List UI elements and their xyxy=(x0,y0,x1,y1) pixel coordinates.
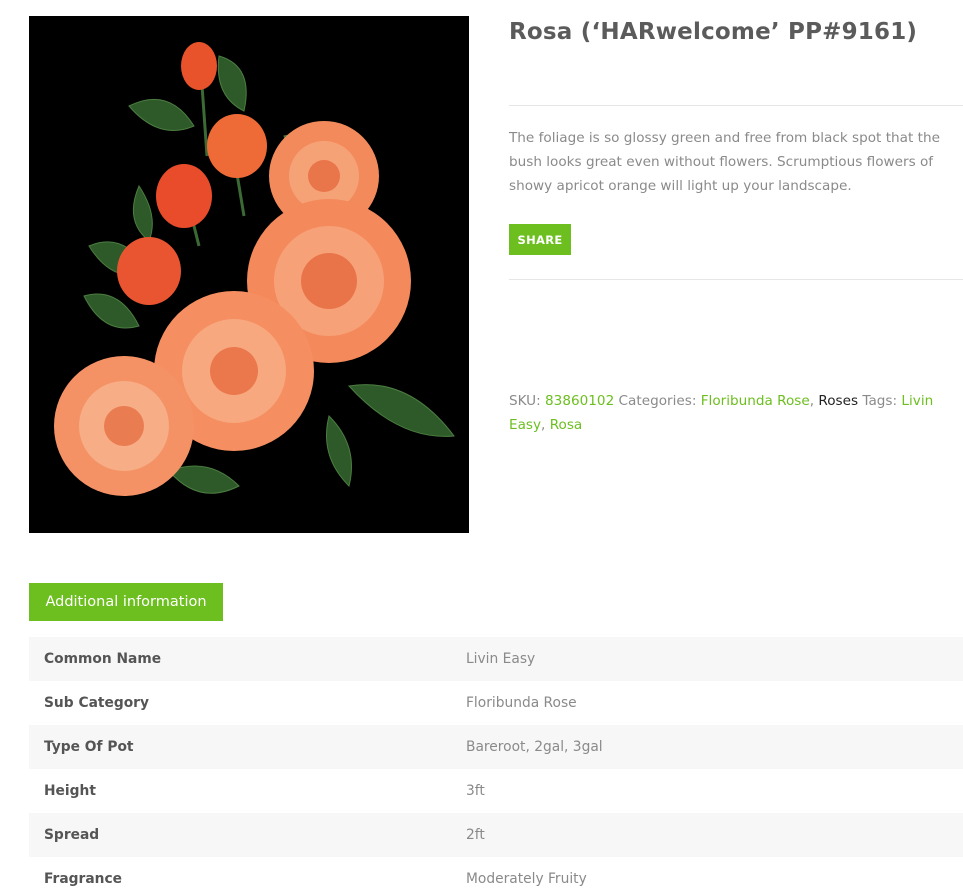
product-summary: Rosa (‘HARwelcome’ PP#9161) xyxy=(509,16,963,48)
category-roses[interactable]: Roses xyxy=(818,393,858,409)
categories-label: Categories: xyxy=(614,393,701,409)
tab-additional-information[interactable]: Additional information xyxy=(29,583,223,621)
attribute-label: Common Name xyxy=(44,651,162,667)
attributes-table: Common Name Livin Easy Sub Category Flor… xyxy=(29,637,963,896)
attribute-value: Bareroot, 2gal, 3gal xyxy=(466,739,603,755)
attribute-label: Spread xyxy=(44,827,100,843)
attribute-value: Floribunda Rose xyxy=(466,695,577,711)
divider xyxy=(509,279,963,280)
tag-link-rosa[interactable]: Rosa xyxy=(550,417,583,433)
product-meta: SKU: 83860102 Categories: Floribunda Ros… xyxy=(509,393,934,433)
attribute-value: 3ft xyxy=(466,783,485,799)
divider xyxy=(509,105,963,106)
table-row: Spread 2ft xyxy=(29,813,963,857)
attribute-value: Livin Easy xyxy=(466,651,536,667)
share-button[interactable]: SHARE xyxy=(509,224,571,255)
attribute-label: Sub Category xyxy=(44,695,149,711)
table-row: Height 3ft xyxy=(29,769,963,813)
attribute-label: Fragrance xyxy=(44,871,123,887)
category-link-floribunda-rose[interactable]: Floribunda Rose xyxy=(701,393,810,409)
attribute-label: Type Of Pot xyxy=(44,739,134,755)
sku-value[interactable]: 83860102 xyxy=(545,393,614,409)
attribute-value: Moderately Fruity xyxy=(466,871,587,887)
tags-label: Tags: xyxy=(858,393,902,409)
product-title: Rosa (‘HARwelcome’ PP#9161) xyxy=(509,19,918,45)
product-image[interactable] xyxy=(29,16,469,533)
attribute-value: 2ft xyxy=(466,827,485,843)
table-row: Fragrance Moderately Fruity xyxy=(29,857,963,896)
table-row: Type Of Pot Bareroot, 2gal, 3gal xyxy=(29,725,963,769)
attribute-label: Height xyxy=(44,783,96,799)
table-row: Common Name Livin Easy xyxy=(29,637,963,681)
rose-bouquet-image xyxy=(29,16,469,533)
sku-label: SKU: xyxy=(509,393,546,409)
table-row: Sub Category Floribunda Rose xyxy=(29,681,963,725)
product-description: The foliage is so glossy green and free … xyxy=(509,130,940,194)
